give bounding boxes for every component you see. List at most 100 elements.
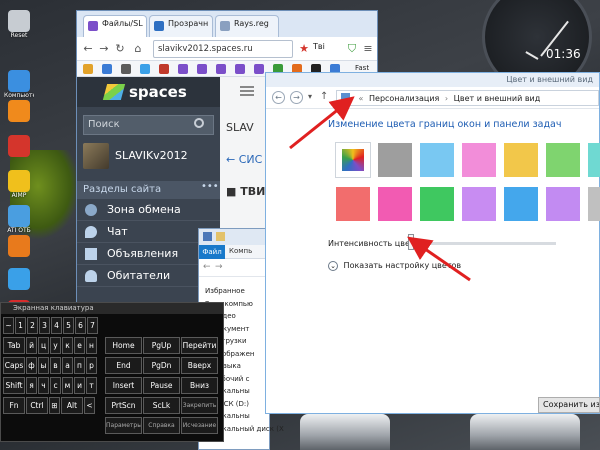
file-tab[interactable]: Файл	[199, 245, 225, 259]
color-swatch[interactable]	[420, 187, 454, 221]
computer-tab[interactable]: Компь	[229, 247, 252, 255]
bookmark-icon[interactable]	[197, 64, 207, 74]
key[interactable]: ⊞	[49, 397, 60, 414]
breadcrumb[interactable]: « Персонализация › Цвет и внешний вид	[336, 90, 599, 106]
history-dropdown-icon[interactable]: ▾	[308, 92, 312, 101]
color-swatch[interactable]	[378, 187, 412, 221]
key[interactable]: Shift	[3, 377, 25, 394]
forward-icon[interactable]: →	[97, 42, 111, 56]
breadcrumb-overflow[interactable]: «	[356, 94, 367, 103]
key[interactable]: Tab	[3, 337, 25, 354]
forward-icon[interactable]: →	[215, 262, 223, 272]
key-insert[interactable]: Insert	[105, 377, 142, 394]
key[interactable]: й	[26, 337, 37, 354]
color-swatch[interactable]	[588, 187, 600, 221]
automatic-color-swatch[interactable]	[335, 142, 371, 178]
bookmark-icon[interactable]	[235, 64, 245, 74]
key[interactable]: Fn	[3, 397, 25, 414]
color-swatch[interactable]	[336, 187, 370, 221]
key[interactable]: т	[86, 377, 97, 394]
key-pause[interactable]: Pause	[143, 377, 180, 394]
section-more-icon[interactable]: •••	[201, 181, 219, 192]
bookmark-icon[interactable]	[254, 64, 264, 74]
key[interactable]: ы	[38, 357, 49, 374]
desktop-icon-app-red[interactable]	[4, 135, 34, 157]
hamburger-icon[interactable]	[240, 86, 254, 96]
star-icon[interactable]: ★	[297, 42, 311, 56]
bookmark-icon[interactable]	[216, 64, 226, 74]
key-параметры[interactable]: Параметры	[105, 417, 142, 434]
desktop-icon-computer[interactable]: Компьютер	[4, 70, 34, 99]
key-исчезание[interactable]: Исчезание	[181, 417, 218, 434]
up-icon[interactable]: ↑	[320, 91, 328, 102]
key[interactable]: в	[50, 357, 61, 374]
key[interactable]: Caps	[3, 357, 25, 374]
key-справка[interactable]: Справка	[143, 417, 180, 434]
desktop-icon-folder[interactable]: ATI ОТБ	[4, 205, 34, 234]
key[interactable]: м	[62, 377, 73, 394]
bookmark-icon[interactable]	[102, 64, 112, 74]
key[interactable]: 3	[39, 317, 50, 334]
key[interactable]: 2	[27, 317, 38, 334]
user-profile[interactable]: SLAVIKv2012	[83, 143, 214, 171]
menu-item-exchange[interactable]: Зона обмена	[77, 199, 220, 221]
key[interactable]: у	[50, 337, 61, 354]
bookmark-fast[interactable]: Fast	[355, 64, 369, 72]
avatar[interactable]	[83, 143, 109, 169]
key[interactable]: а	[62, 357, 73, 374]
key-закрепить[interactable]: Закрепить	[181, 397, 218, 414]
bookmark-icon[interactable]	[121, 64, 131, 74]
back-link[interactable]: ← СИС	[226, 153, 262, 166]
key-pgup[interactable]: PgUp	[143, 337, 180, 354]
bookmark-icon[interactable]	[140, 64, 150, 74]
key[interactable]: р	[86, 357, 97, 374]
nav-pane-item[interactable]: Избранное	[205, 287, 245, 295]
key[interactable]: 5	[63, 317, 74, 334]
bookmark-icon[interactable]	[159, 64, 169, 74]
color-swatch[interactable]	[588, 143, 600, 177]
save-changes-button[interactable]: Сохранить измене	[538, 397, 600, 413]
spaces-brand[interactable]: spaces	[129, 83, 187, 101]
key[interactable]: с	[50, 377, 61, 394]
color-swatch[interactable]	[546, 187, 580, 221]
key[interactable]: и	[74, 377, 85, 394]
key[interactable]: Ctrl	[26, 397, 48, 414]
color-swatch[interactable]	[504, 143, 538, 177]
key[interactable]: <	[84, 397, 95, 414]
tab-files[interactable]: Файлы/SL	[83, 15, 147, 37]
key-prtscn[interactable]: PrtScn	[105, 397, 142, 414]
key-sclk[interactable]: ScLk	[143, 397, 180, 414]
bookmark-icon[interactable]	[178, 64, 188, 74]
key-перейти[interactable]: Перейти	[181, 337, 218, 354]
menu-icon[interactable]: ≡	[361, 42, 375, 56]
key[interactable]: е	[74, 337, 85, 354]
key-pgdn[interactable]: PgDn	[143, 357, 180, 374]
key-вниз[interactable]: Вниз	[181, 377, 218, 394]
tab-transparency[interactable]: Прозрачн	[149, 15, 213, 37]
breadcrumb-personalization[interactable]: Персонализация	[369, 94, 439, 103]
key[interactable]: ч	[38, 377, 49, 394]
color-swatch[interactable]	[462, 187, 496, 221]
intensity-slider-thumb[interactable]	[407, 234, 414, 250]
reload-icon[interactable]: ↻	[113, 42, 127, 56]
key[interactable]: ф	[26, 357, 37, 374]
forward-icon[interactable]: →	[290, 91, 303, 104]
key[interactable]: 1	[15, 317, 26, 334]
key-home[interactable]: Home	[105, 337, 142, 354]
show-color-mixer-toggle[interactable]: ⌄ Показать настройку цветов	[328, 261, 461, 271]
color-swatch[interactable]	[378, 143, 412, 177]
desktop-icon-windows[interactable]	[4, 268, 34, 290]
translate-extension[interactable]: Тві	[313, 42, 325, 51]
back-icon[interactable]: ←	[272, 91, 285, 104]
key[interactable]: 4	[51, 317, 62, 334]
color-swatch[interactable]	[546, 143, 580, 177]
key[interactable]: к	[62, 337, 73, 354]
key[interactable]: ~	[3, 317, 14, 334]
key[interactable]: п	[74, 357, 85, 374]
desktop-icon-aimp[interactable]: AIMP	[4, 170, 34, 199]
breadcrumb-current[interactable]: Цвет и внешний вид	[454, 94, 541, 103]
key-end[interactable]: End	[105, 357, 142, 374]
desktop-icon-vlc[interactable]	[4, 100, 34, 122]
color-swatch[interactable]	[420, 143, 454, 177]
key[interactable]: 7	[87, 317, 98, 334]
